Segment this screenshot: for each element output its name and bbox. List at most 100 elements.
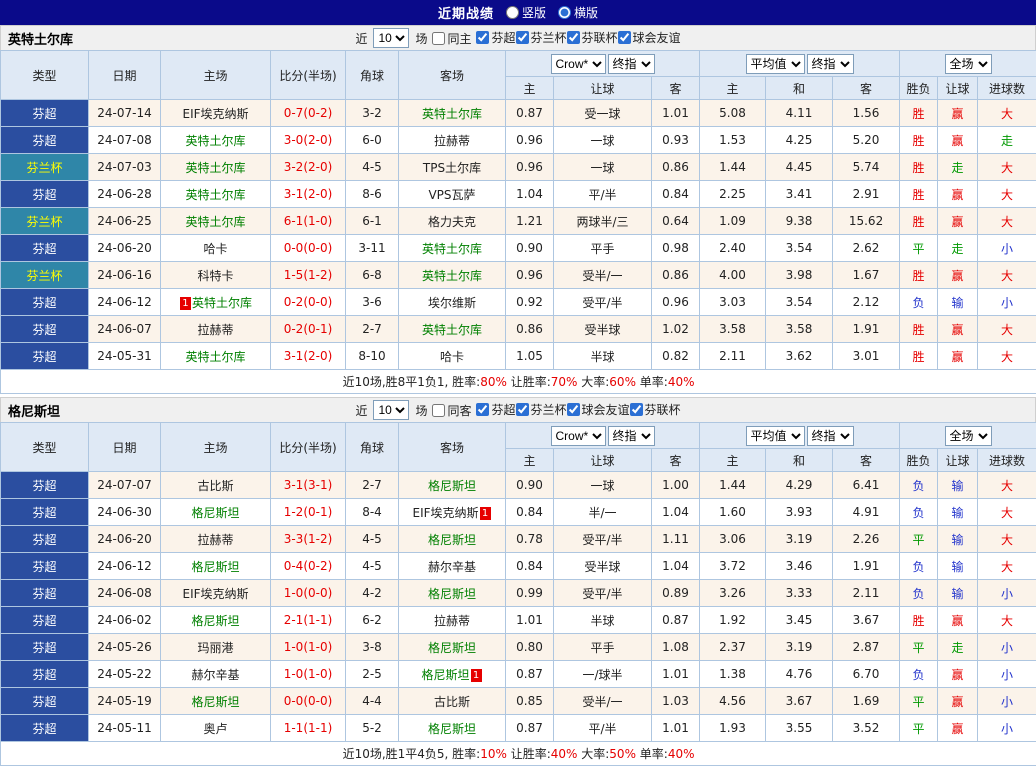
league-cell: 芬兰杯 [1, 154, 89, 181]
team-label: 玛丽港 [197, 641, 233, 655]
asian-home-odds: 0.85 [506, 688, 554, 715]
matches-table: 类型 日期 主场 比分(半场) 角球 客场 Crow*终指 平均值终指 全场 主… [0, 422, 1036, 766]
league-filter-checkbox[interactable] [516, 403, 529, 416]
league-filter-option[interactable]: 芬联杯 [567, 29, 618, 46]
league-filter-option[interactable]: 芬兰杯 [516, 29, 567, 46]
league-filter-checkbox[interactable] [567, 403, 580, 416]
final-odds-select-1[interactable]: 终指 [608, 54, 655, 74]
result-outcome: 负 [900, 661, 938, 688]
result-goals: 大 [978, 499, 1036, 526]
result-handicap: 输 [938, 289, 978, 316]
league-filter-option[interactable]: 球会友谊 [618, 29, 681, 46]
home-team-cell: 哈卡 [161, 235, 271, 262]
same-venue-label: 同主 [447, 30, 471, 47]
asian-home-odds: 0.78 [506, 526, 554, 553]
same-venue-option[interactable]: 同客 [432, 402, 471, 419]
average-select[interactable]: 平均值 [746, 426, 805, 446]
recent-count-select[interactable]: 10 [373, 28, 409, 48]
euro-draw-odds: 3.67 [766, 688, 833, 715]
match-row: 芬超24-05-22赫尔辛基1-0(1-0)2-5格尼斯坦10.87一/球半1.… [1, 661, 1036, 688]
league-filter-checkbox[interactable] [630, 403, 643, 416]
section-strip: 格尼斯坦 近 10 场 同客 芬超芬兰杯球会友谊芬联杯 [0, 397, 1036, 422]
result-goals: 大 [978, 343, 1036, 370]
layout-vertical-option[interactable]: 竖版 [506, 4, 546, 21]
result-handicap: 输 [938, 526, 978, 553]
corner-cell: 2-7 [346, 472, 399, 499]
asian-away-odds: 1.00 [652, 472, 700, 499]
date-cell: 24-06-12 [89, 289, 161, 316]
layout-horizontal-option[interactable]: 横版 [558, 4, 598, 21]
layout-horizontal-radio[interactable] [558, 6, 571, 19]
league-filter-option[interactable]: 芬联杯 [630, 401, 681, 418]
team-label: EIF埃克纳斯 [182, 587, 248, 601]
same-venue-checkbox[interactable] [432, 404, 445, 417]
final-odds-select-2[interactable]: 终指 [807, 426, 854, 446]
match-row: 芬超24-06-20拉赫蒂3-3(1-2)4-5格尼斯坦0.78受平/半1.11… [1, 526, 1036, 553]
asian-handicap: 平手 [554, 235, 652, 262]
final-odds-select-2[interactable]: 终指 [807, 54, 854, 74]
euro-away-odds: 1.67 [833, 262, 900, 289]
away-team-cell: 格尼斯坦 [399, 526, 506, 553]
league-cell: 芬超 [1, 100, 89, 127]
average-select[interactable]: 平均值 [746, 54, 805, 74]
same-venue-checkbox[interactable] [432, 32, 445, 45]
euro-draw-odds: 3.41 [766, 181, 833, 208]
score-cell: 3-1(2-0) [271, 181, 346, 208]
result-outcome: 平 [900, 235, 938, 262]
recent-count-select[interactable]: 10 [373, 400, 409, 420]
asian-away-odds: 1.04 [652, 499, 700, 526]
home-team-cell: 格尼斯坦 [161, 607, 271, 634]
topbar: 近期战绩 竖版 横版 [0, 0, 1036, 25]
league-cell: 芬兰杯 [1, 262, 89, 289]
asian-handicap: 受半/一 [554, 262, 652, 289]
league-filter-checkbox[interactable] [476, 403, 489, 416]
result-outcome: 胜 [900, 607, 938, 634]
bookmaker-select[interactable]: Crow* [551, 54, 606, 74]
team-label: 格尼斯坦 [428, 479, 476, 493]
home-team-cell: 英特土尔库 [161, 181, 271, 208]
result-goals: 大 [978, 262, 1036, 289]
result-handicap: 赢 [938, 343, 978, 370]
league-filter-option[interactable]: 芬超 [476, 29, 515, 46]
corner-cell: 5-2 [346, 715, 399, 742]
score-cell: 1-0(1-0) [271, 661, 346, 688]
league-filter-checkbox[interactable] [476, 31, 489, 44]
euro-home-odds: 3.72 [700, 553, 766, 580]
match-row: 芬超24-07-14EIF埃克纳斯0-7(0-2)3-2英特土尔库0.87受一球… [1, 100, 1036, 127]
league-filter-checkbox[interactable] [516, 31, 529, 44]
corner-cell: 4-5 [346, 526, 399, 553]
team-label: 格尼斯坦 [191, 506, 239, 520]
layout-vertical-radio[interactable] [506, 6, 519, 19]
asian-away-odds: 0.64 [652, 208, 700, 235]
league-filter-option[interactable]: 芬兰杯 [516, 401, 567, 418]
result-handicap: 输 [938, 580, 978, 607]
result-handicap: 赢 [938, 661, 978, 688]
league-filter-checkbox[interactable] [567, 31, 580, 44]
scope-select[interactable]: 全场 [945, 426, 992, 446]
asian-away-odds: 1.04 [652, 553, 700, 580]
league-filter-option[interactable]: 芬超 [476, 401, 515, 418]
same-venue-option[interactable]: 同主 [432, 30, 471, 47]
date-cell: 24-06-20 [89, 526, 161, 553]
score-cell: 1-0(0-0) [271, 580, 346, 607]
euro-draw-odds: 3.46 [766, 553, 833, 580]
scope-select[interactable]: 全场 [945, 54, 992, 74]
team-label: EIF埃克纳斯 [412, 506, 478, 520]
league-filter-option[interactable]: 球会友谊 [567, 401, 630, 418]
date-cell: 24-06-08 [89, 580, 161, 607]
league-filter-checkbox[interactable] [618, 31, 631, 44]
red-card-badge: 1 [180, 297, 191, 310]
score-cell: 1-2(0-1) [271, 499, 346, 526]
asian-home-odds: 0.80 [506, 634, 554, 661]
team-label: 拉赫蒂 [197, 323, 233, 337]
asian-handicap: 半球 [554, 607, 652, 634]
asian-home-odds: 0.92 [506, 289, 554, 316]
page-title: 近期战绩 [438, 3, 494, 22]
bookmaker-select[interactable]: Crow* [551, 426, 606, 446]
asian-away-odds: 1.08 [652, 634, 700, 661]
result-handicap: 赢 [938, 715, 978, 742]
result-goals: 走 [978, 127, 1036, 154]
result-goals: 大 [978, 472, 1036, 499]
euro-away-odds: 2.12 [833, 289, 900, 316]
final-odds-select-1[interactable]: 终指 [608, 426, 655, 446]
